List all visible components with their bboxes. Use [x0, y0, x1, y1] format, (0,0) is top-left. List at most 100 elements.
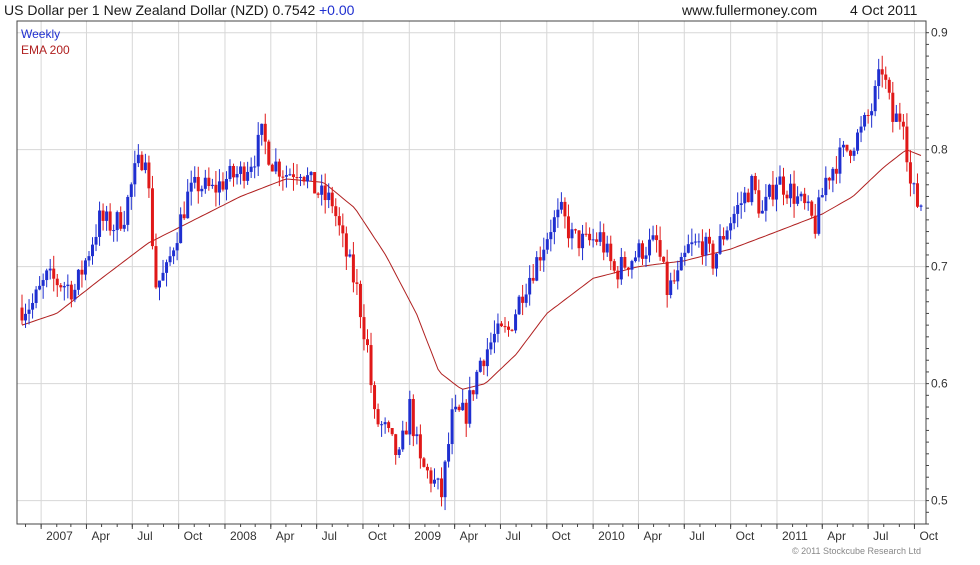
candle-body: [771, 184, 775, 200]
candle-body: [619, 257, 623, 280]
candle-body: [732, 213, 736, 224]
candle-body: [150, 188, 154, 247]
candle-body: [919, 205, 923, 207]
candle-body: [256, 134, 260, 167]
candle-body: [782, 176, 786, 195]
candle-body: [108, 211, 112, 231]
x-tick-label: 2007: [46, 529, 73, 543]
candle-body: [722, 236, 726, 240]
candle-body: [327, 192, 331, 201]
candle-body: [418, 434, 422, 459]
candle-body: [503, 326, 507, 328]
candle-body: [355, 282, 359, 284]
candle-body: [679, 256, 683, 271]
candle-body: [626, 267, 630, 270]
candle-body: [778, 176, 782, 185]
candle-body: [468, 390, 472, 424]
candle-body: [658, 240, 662, 257]
candle-body: [507, 326, 511, 330]
candle-body: [796, 196, 800, 204]
candle-body: [122, 224, 126, 229]
candle-body: [119, 212, 123, 229]
candle-body: [817, 197, 821, 234]
candle-body: [408, 398, 412, 435]
candle-body: [690, 242, 694, 245]
candle-body: [471, 390, 475, 395]
x-tick-label: 2009: [414, 529, 441, 543]
candle-body: [440, 478, 444, 498]
candle-body: [73, 289, 77, 300]
candle-body: [485, 349, 489, 367]
candle-body: [210, 184, 214, 187]
y-axis-ticks: 0.5 0.6 0.7 0.8 0.9: [926, 26, 948, 525]
candle-body: [207, 177, 211, 187]
candle-body: [848, 150, 852, 156]
x-tick-label: Jul: [137, 529, 152, 543]
chart-title: US Dollar per 1 New Zealand Dollar (NZD)…: [4, 2, 316, 18]
candle-body: [457, 406, 461, 411]
candle-body: [242, 166, 246, 181]
candle-body: [101, 210, 105, 221]
plot-frame: [16, 20, 927, 525]
candle-body: [115, 212, 119, 231]
candle-body: [852, 150, 856, 156]
candle-body: [165, 262, 169, 273]
candle-body: [214, 184, 218, 193]
x-tick-label: Oct: [184, 529, 203, 543]
candle-body: [443, 461, 447, 498]
copyright-notice: © 2011 Stockcube Research Ltd: [792, 546, 922, 556]
candle-body: [369, 345, 373, 386]
candle-body: [859, 126, 863, 133]
candle-body: [743, 192, 747, 204]
candle-body: [901, 121, 905, 127]
candle-body: [157, 280, 161, 288]
candle-body: [38, 285, 42, 290]
candle-body: [545, 239, 549, 250]
candles-layer: [20, 55, 923, 511]
candle-body: [59, 285, 63, 288]
candle-body: [715, 253, 719, 269]
candle-body: [281, 176, 285, 178]
candle-body: [789, 183, 793, 199]
candle-body: [517, 296, 521, 315]
candle-body: [323, 185, 327, 201]
candle-body: [880, 69, 884, 75]
candle-body: [873, 86, 877, 112]
candle-body: [841, 144, 845, 148]
candle-body: [221, 181, 225, 190]
candle-body: [612, 261, 616, 271]
candle-body: [905, 126, 909, 163]
candle-body: [524, 294, 528, 303]
candle-body: [239, 166, 243, 174]
candle-body: [277, 161, 281, 177]
candle-body: [528, 277, 532, 295]
site-url[interactable]: www.fullermoney.com: [682, 2, 817, 18]
candle-body: [492, 333, 496, 343]
candle-body: [411, 398, 415, 437]
candle-body: [397, 449, 401, 455]
candle-body: [228, 165, 232, 179]
candle-body: [824, 177, 828, 196]
candle-body: [489, 342, 493, 350]
candle-body: [704, 236, 708, 256]
candle-body: [746, 192, 750, 203]
candle-body: [316, 193, 320, 195]
candle-body: [584, 233, 588, 235]
candle-body: [552, 217, 556, 233]
candle-body: [94, 236, 98, 245]
candle-body: [87, 256, 91, 261]
x-tick-label: Jul: [873, 529, 888, 543]
candle-body: [711, 243, 715, 269]
candle-body: [217, 181, 221, 193]
candle-body: [683, 252, 687, 257]
candle-body: [891, 92, 895, 122]
candle-body: [295, 177, 299, 179]
candle-body: [464, 402, 468, 424]
candle-body: [133, 163, 137, 185]
candle-body: [260, 123, 264, 135]
candle-body: [20, 307, 24, 321]
candle-body: [334, 206, 338, 217]
y-tick-label: 0.8: [931, 143, 948, 157]
candle-body: [806, 201, 810, 204]
candle-body: [432, 479, 436, 484]
